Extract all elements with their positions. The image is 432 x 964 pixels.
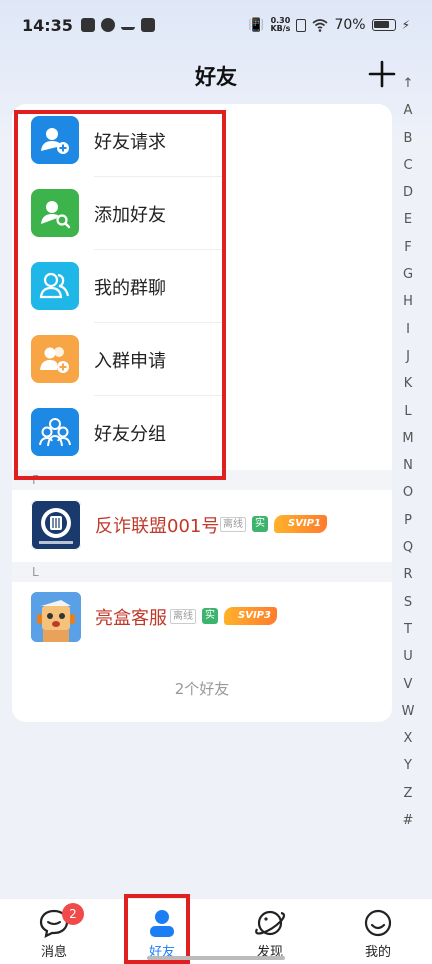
menu-item-join-requests[interactable]: 入群申请: [12, 323, 392, 396]
index-letter[interactable]: D: [398, 179, 418, 206]
nav-tab-friends[interactable]: 好友: [108, 899, 216, 964]
planet-icon: [255, 910, 286, 936]
search-user-icon: [31, 189, 79, 237]
section-letter: F: [32, 473, 39, 487]
index-letter[interactable]: P: [398, 507, 418, 534]
alphabet-index-bar[interactable]: ↑ A B C D E F G H I J K L M N O P Q R S T U V W X Y Z #: [398, 70, 418, 834]
offline-badge: 离线: [220, 517, 246, 532]
friends-card: 好友请求 添加好友 我的群聊 入群申请 好友分组 F 反诈联盟001号 离线 实…: [12, 104, 392, 722]
index-letter[interactable]: ↑: [398, 70, 418, 97]
bottom-nav: 2 消息 好友 发现 我的: [0, 898, 432, 964]
menu-item-my-groups[interactable]: 我的群聊: [12, 250, 392, 323]
menu-item-add-friend[interactable]: 添加好友: [12, 177, 392, 250]
unread-badge: 2: [62, 903, 84, 925]
real-name-badge: 实: [202, 608, 218, 624]
nav-tab-discover[interactable]: 发现: [216, 899, 324, 964]
index-letter[interactable]: B: [398, 125, 418, 152]
nav-tab-me[interactable]: 我的: [324, 899, 432, 964]
friend-name: 反诈联盟001号: [95, 516, 220, 537]
status-bar: 14:35 📳 0.30 KB/s 70% ⚡: [0, 0, 432, 50]
no-sim-icon: [296, 18, 307, 32]
battery-percent: 70%: [334, 17, 366, 33]
vip-badge: SVIP3: [224, 607, 277, 625]
index-letter[interactable]: I: [398, 316, 418, 343]
index-letter[interactable]: Y: [398, 752, 418, 779]
menu-label: 添加好友: [94, 204, 166, 226]
nav-tab-messages[interactable]: 2 消息: [0, 899, 108, 964]
friend-group-icon: [31, 408, 79, 456]
index-letter[interactable]: Q: [398, 534, 418, 561]
friend-row[interactable]: 亮盒客服 离线 实 SVIP3: [12, 582, 392, 654]
index-letter[interactable]: V: [398, 671, 418, 698]
add-user-icon: [31, 116, 79, 164]
section-header-f: F: [12, 470, 392, 490]
section-letter: L: [32, 565, 39, 579]
net-speed-unit: KB/s: [270, 24, 291, 33]
friend-row[interactable]: 反诈联盟001号 离线 实 SVIP1: [12, 490, 392, 562]
vibrate-icon: 📳: [248, 17, 265, 33]
join-group-icon: [31, 335, 79, 383]
group-chat-icon: [31, 262, 79, 310]
real-name-badge: 实: [252, 516, 268, 532]
avatar[interactable]: [31, 500, 81, 550]
nav-label: 我的: [364, 945, 391, 960]
wifi-icon: [312, 19, 328, 32]
friend-count: 2个好友: [174, 680, 230, 698]
smiley-icon: [364, 909, 392, 937]
section-header-l: L: [12, 562, 392, 582]
menu-label: 我的群聊: [94, 277, 166, 299]
menu-item-friend-groups[interactable]: 好友分组: [12, 396, 392, 469]
menu-label: 好友分组: [94, 423, 166, 445]
index-letter[interactable]: W: [398, 698, 418, 725]
menu-label: 入群申请: [94, 350, 166, 372]
offline-badge: 离线: [170, 609, 196, 624]
status-time: 14:35: [22, 15, 73, 35]
index-letter[interactable]: R: [398, 561, 418, 588]
friends-icon: [150, 910, 174, 937]
network-speed: 0.30 KB/s: [270, 17, 290, 33]
avatar[interactable]: [31, 592, 81, 642]
index-letter[interactable]: E: [398, 206, 418, 233]
index-letter[interactable]: G: [398, 261, 418, 288]
index-letter[interactable]: H: [398, 288, 418, 315]
index-letter[interactable]: A: [398, 97, 418, 124]
app-notification-icon: [100, 18, 115, 32]
menu-label: 好友请求: [94, 131, 166, 153]
index-letter[interactable]: X: [398, 725, 418, 752]
index-letter[interactable]: M: [398, 425, 418, 452]
friend-name: 亮盒客服: [95, 608, 167, 629]
page-title: 好友: [195, 65, 237, 89]
vip-badge: SVIP1: [274, 515, 327, 533]
app-notification-icon: [80, 18, 95, 32]
index-letter[interactable]: N: [398, 452, 418, 479]
index-letter[interactable]: L: [398, 398, 418, 425]
home-indicator: [147, 956, 285, 960]
charging-icon: ⚡: [401, 18, 410, 32]
battery-icon: [371, 19, 396, 31]
index-letter[interactable]: T: [398, 616, 418, 643]
index-letter[interactable]: J: [398, 343, 418, 370]
index-letter[interactable]: S: [398, 589, 418, 616]
header: 好友: [0, 56, 432, 96]
index-letter[interactable]: Z: [398, 780, 418, 807]
nav-label: 消息: [40, 945, 67, 960]
index-letter[interactable]: C: [398, 152, 418, 179]
menu-item-friend-requests[interactable]: 好友请求: [12, 104, 392, 177]
index-letter[interactable]: O: [398, 479, 418, 506]
index-letter[interactable]: U: [398, 643, 418, 670]
app-notification-icon: [140, 18, 155, 32]
crown-icon: [120, 20, 135, 30]
index-letter[interactable]: #: [398, 807, 418, 834]
plus-icon[interactable]: [366, 58, 398, 90]
index-letter[interactable]: F: [398, 234, 418, 261]
index-letter[interactable]: K: [398, 370, 418, 397]
